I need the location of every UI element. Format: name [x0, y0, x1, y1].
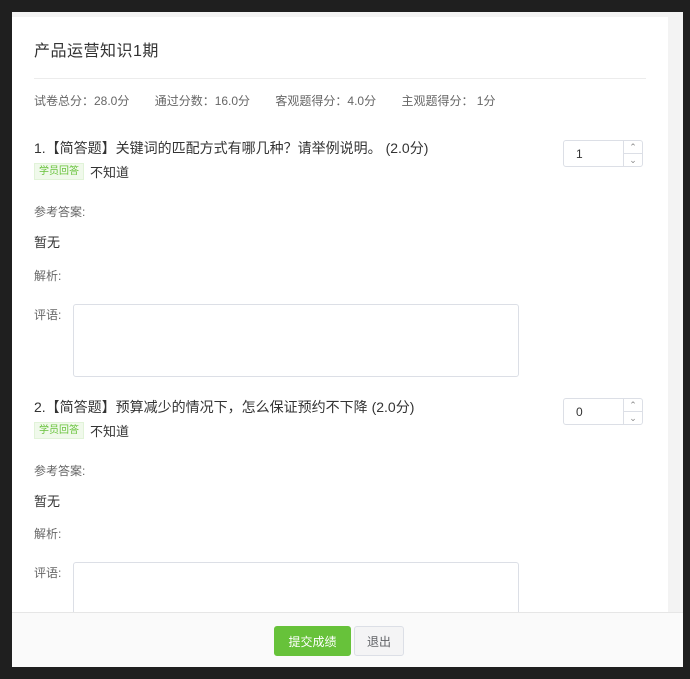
comment-field[interactable]	[73, 304, 519, 377]
submit-score-button[interactable]: 提交成绩	[274, 626, 351, 656]
student-answer: 不知道	[90, 165, 130, 180]
dialog-footer: 提交成绩 退出	[12, 612, 683, 667]
chevron-down-icon[interactable]: ⌄	[624, 412, 642, 424]
question-1: 1.【简答题】关键词的匹配方式有哪几种？请举例说明。 (2.0分) 学员回答 不…	[34, 138, 646, 181]
score-value: 0	[576, 405, 583, 419]
answer-tag: 学员回答	[34, 163, 84, 180]
reference-answer-label: 参考答案:	[34, 205, 86, 219]
question-2: 2.【简答题】预算减少的情况下，怎么保证预约不下降 (2.0分) 学员回答 不知…	[34, 397, 646, 440]
reference-answer: 暂无	[34, 494, 61, 509]
exit-button[interactable]: 退出	[354, 626, 404, 656]
score-summary: 试卷总分：28.0分 通过分数：16.0分 客观题得分：4.0分 主观题得分： …	[34, 92, 517, 109]
question-title: 1.【简答题】关键词的匹配方式有哪几种？请举例说明。 (2.0分)	[34, 140, 429, 156]
stepper-arrows: ⌃ ⌄	[623, 141, 642, 166]
reference-answer: 暂无	[34, 235, 61, 250]
score-value: 1	[576, 147, 583, 161]
chevron-up-icon[interactable]: ⌃	[624, 399, 642, 412]
student-answer-row: 学员回答 不知道	[34, 421, 646, 440]
student-answer: 不知道	[90, 424, 130, 439]
reference-answer-label: 参考答案:	[34, 464, 86, 478]
chevron-up-icon[interactable]: ⌃	[624, 141, 642, 154]
score-stepper[interactable]: 1 ⌃ ⌄	[563, 140, 643, 167]
question-title: 2.【简答题】预算减少的情况下，怎么保证预约不下降 (2.0分)	[34, 399, 415, 415]
subjective-score: 主观题得分： 1分	[401, 94, 496, 108]
stepper-arrows: ⌃ ⌄	[623, 399, 642, 424]
grading-dialog: 产品运营知识1期 试卷总分：28.0分 通过分数：16.0分 客观题得分：4.0…	[12, 12, 683, 667]
pass-score: 通过分数：16.0分	[154, 94, 251, 108]
answer-tag: 学员回答	[34, 422, 84, 439]
analysis-label: 解析:	[34, 527, 62, 541]
exam-title: 产品运营知识1期	[34, 43, 159, 60]
comment-label: 评语:	[34, 308, 62, 322]
objective-score: 客观题得分：4.0分	[275, 94, 377, 108]
chevron-down-icon[interactable]: ⌄	[624, 154, 642, 166]
divider	[34, 78, 646, 79]
score-stepper[interactable]: 0 ⌃ ⌄	[563, 398, 643, 425]
exam-sheet: 产品运营知识1期 试卷总分：28.0分 通过分数：16.0分 客观题得分：4.0…	[12, 17, 668, 617]
analysis-label: 解析:	[34, 269, 62, 283]
total-score: 试卷总分：28.0分	[34, 94, 130, 108]
comment-label: 评语:	[34, 566, 62, 580]
student-answer-row: 学员回答 不知道	[34, 162, 646, 181]
scroll-gutter	[668, 12, 683, 612]
comment-field[interactable]	[73, 562, 519, 617]
